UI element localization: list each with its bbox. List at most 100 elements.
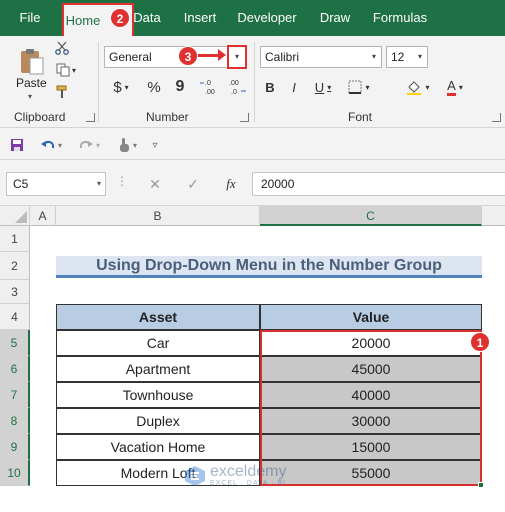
table-cell-value[interactable]: 40000 [260, 382, 482, 408]
ribbon-tab-bar: File Home 2 Data Insert Developer Draw F… [0, 0, 505, 36]
percent-button[interactable]: % [144, 76, 164, 98]
tab-data[interactable]: Data [130, 0, 164, 36]
name-box[interactable]: C5 ▾ [6, 172, 106, 196]
formula-bar-resize-icon[interactable]: ⋮ [116, 174, 128, 188]
borders-icon [348, 80, 362, 94]
quick-access-toolbar: ▾ ▾ ▾ ▿ [0, 128, 505, 160]
save-button[interactable] [8, 136, 26, 154]
formula-value: 20000 [261, 177, 295, 191]
font-size-value: 12 [391, 50, 405, 64]
insert-function-button[interactable]: fx [220, 174, 242, 194]
paint-bucket-icon [407, 81, 422, 95]
check-icon: ✓ [187, 175, 199, 192]
font-color-button[interactable]: A ▾ [440, 76, 470, 98]
row-header-7[interactable]: 7 [0, 382, 30, 408]
fill-color-button[interactable]: ▾ [402, 76, 434, 98]
table-header-asset[interactable]: Asset [56, 304, 260, 330]
table-cell-value[interactable]: 20000 [260, 330, 482, 356]
percent-icon: % [147, 78, 161, 96]
increase-decimal-button[interactable]: .0.00 [198, 76, 220, 98]
decrease-decimal-icon: .00.0 [229, 80, 246, 96]
sheet-title[interactable]: Using Drop-Down Menu in the Number Group [56, 256, 482, 278]
row-header-5[interactable]: 5 [0, 330, 30, 356]
row-header-4[interactable]: 4 [0, 304, 30, 330]
touch-mode-button[interactable]: ▾ [112, 136, 142, 154]
fill-handle[interactable] [478, 482, 484, 488]
paste-chevron-icon[interactable]: ▾ [28, 92, 32, 101]
tab-file[interactable]: File [10, 0, 50, 36]
table-cell-asset[interactable]: Duplex [56, 408, 260, 434]
borders-button[interactable]: ▾ [344, 76, 374, 98]
touch-hand-icon [119, 138, 129, 152]
font-launcher-icon[interactable] [492, 113, 501, 122]
formula-bar: C5 ▾ ⋮ ✕ ✓ fx 20000 [0, 160, 505, 206]
row-header-3[interactable]: 3 [0, 280, 30, 304]
currency-button[interactable]: $ ▾ [108, 76, 134, 98]
copy-button[interactable]: ▾ [54, 62, 78, 78]
tab-formulas[interactable]: Formulas [370, 0, 430, 36]
column-header-c[interactable]: C [260, 206, 482, 226]
bold-icon: B [265, 79, 275, 95]
svg-text:.00: .00 [229, 80, 239, 87]
tab-insert[interactable]: Insert [180, 0, 220, 36]
clipboard-launcher-icon[interactable] [86, 113, 95, 122]
font-color-icon: A [447, 78, 456, 96]
row-header-1[interactable]: 1 [0, 226, 30, 252]
cut-button[interactable] [54, 40, 70, 56]
table-cell-asset[interactable]: Modern Loft [56, 460, 260, 486]
font-name-value: Calibri [265, 50, 300, 64]
row-header-2[interactable]: 2 [0, 252, 30, 280]
redo-icon [79, 140, 93, 149]
format-painter-button[interactable] [54, 84, 70, 100]
column-header-d[interactable] [482, 206, 505, 226]
table-cell-asset[interactable]: Apartment [56, 356, 260, 382]
step-badge-3: 3 [178, 46, 198, 66]
underline-button[interactable]: U ▾ [308, 76, 338, 98]
font-size-dropdown[interactable]: 12 ▾ [386, 46, 428, 68]
name-box-value: C5 [13, 177, 29, 191]
row-header-8[interactable]: 8 [0, 408, 30, 434]
number-launcher-icon[interactable] [240, 113, 249, 122]
svg-text:.00: .00 [205, 89, 215, 96]
tab-developer[interactable]: Developer [236, 0, 298, 36]
step-badge-2: 2 [110, 8, 130, 28]
undo-button[interactable]: ▾ [36, 136, 66, 154]
table-cell-value[interactable]: 30000 [260, 408, 482, 434]
table-cell-value[interactable]: 55000 [260, 460, 482, 486]
undo-icon [40, 140, 55, 149]
row-header-6[interactable]: 6 [0, 356, 30, 382]
table-cell-asset[interactable]: Vacation Home [56, 434, 260, 460]
customize-qat-icon[interactable]: ▿ [148, 136, 162, 154]
font-name-chevron-icon[interactable]: ▾ [367, 47, 381, 67]
bold-button[interactable]: B [260, 76, 280, 98]
table-header-value[interactable]: Value [260, 304, 482, 330]
number-group-label: Number [146, 110, 189, 124]
row-header-9[interactable]: 9 [0, 434, 30, 460]
step-badge-1: 1 [470, 332, 490, 352]
font-size-chevron-icon[interactable]: ▾ [413, 47, 427, 67]
comma-style-button[interactable]: 9 [170, 76, 190, 98]
table-cell-value[interactable]: 45000 [260, 356, 482, 382]
select-all-corner[interactable] [0, 206, 30, 226]
redo-button[interactable]: ▾ [74, 136, 104, 154]
select-all-triangle-icon [15, 211, 27, 223]
paste-label: Paste [16, 76, 47, 90]
arrow-pointer-head-icon [218, 49, 226, 61]
column-header-a[interactable]: A [30, 206, 56, 226]
decrease-decimal-button[interactable]: .00.0 [226, 76, 248, 98]
tab-draw[interactable]: Draw [316, 0, 354, 36]
table-cell-asset[interactable]: Townhouse [56, 382, 260, 408]
cancel-entry-button[interactable]: ✕ [146, 174, 164, 194]
confirm-entry-button[interactable]: ✓ [184, 174, 202, 194]
row-header-10[interactable]: 10 [0, 460, 30, 486]
table-cell-value[interactable]: 15000 [260, 434, 482, 460]
name-box-chevron-icon[interactable]: ▾ [97, 173, 101, 195]
column-header-b[interactable]: B [56, 206, 260, 226]
font-name-dropdown[interactable]: Calibri ▾ [260, 46, 382, 68]
number-format-chevron-icon[interactable]: ▾ [227, 45, 247, 69]
clipboard-icon [21, 49, 44, 75]
formula-input[interactable]: 20000 [252, 172, 505, 196]
table-cell-asset[interactable]: Car [56, 330, 260, 356]
worksheet-grid[interactable]: A B C 1 2 3 4 5 6 7 8 9 10 Using Drop-Do… [0, 206, 505, 512]
italic-button[interactable]: I [284, 76, 304, 98]
